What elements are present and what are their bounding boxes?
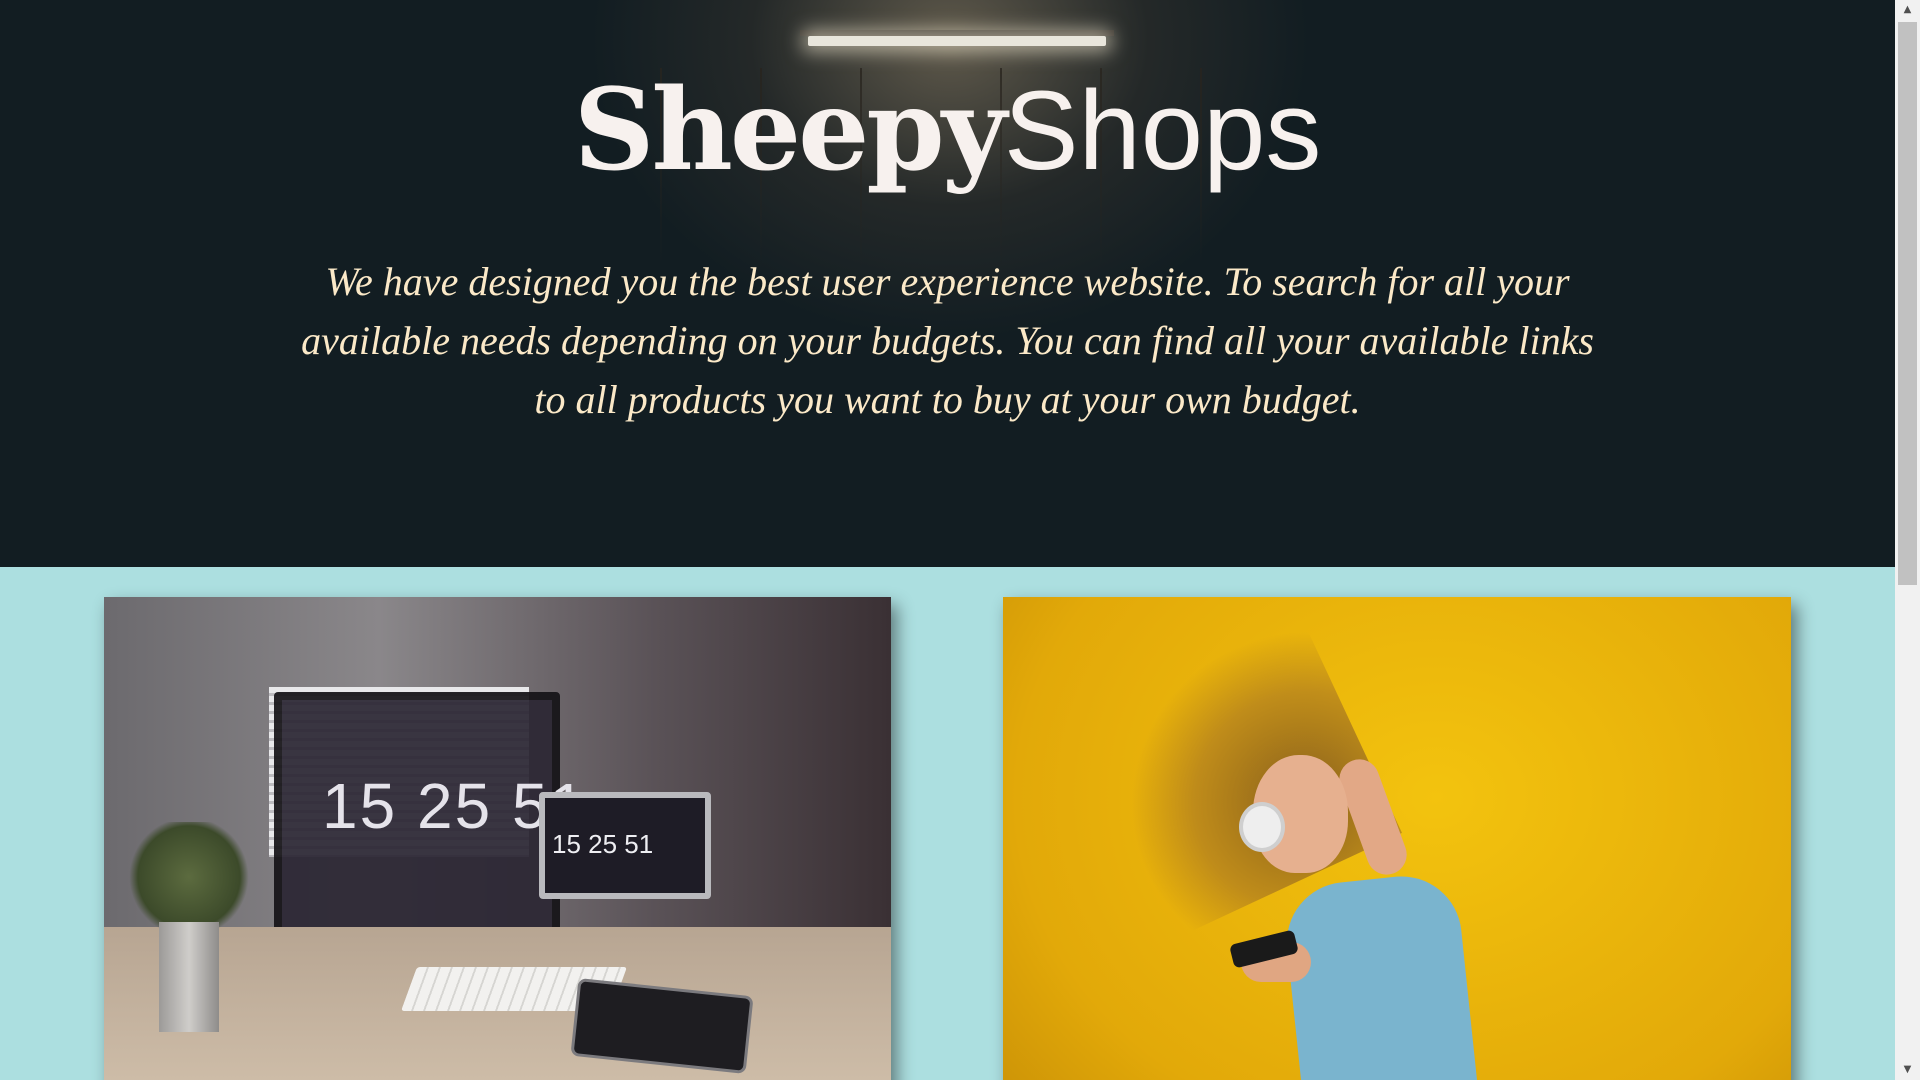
- headphones-icon: [1239, 802, 1285, 852]
- hero-tagline: We have designed you the best user exper…: [301, 259, 1594, 422]
- logo-light-text: Shops: [1003, 68, 1322, 193]
- arrow-up-icon[interactable]: ▲: [1895, 0, 1920, 20]
- hero-banner: SheepyShops We have designed you the bes…: [0, 0, 1895, 567]
- vertical-scrollbar[interactable]: ▲ ▼: [1895, 0, 1920, 1080]
- site-logo[interactable]: SheepyShops: [0, 66, 1895, 197]
- desk-setup-card[interactable]: 15 25 51 15 25 51: [104, 597, 891, 1080]
- potted-plant: [124, 822, 254, 932]
- logo-bold-text: Sheepy: [573, 65, 1007, 196]
- page: SheepyShops We have designed you the bes…: [0, 0, 1895, 1080]
- ceiling-lamp: [808, 36, 1106, 46]
- arrow-down-icon[interactable]: ▼: [1895, 1060, 1920, 1080]
- blue-shirt: [1280, 870, 1481, 1080]
- plant-pot: [159, 922, 219, 1032]
- music-lifestyle-card[interactable]: [1003, 597, 1791, 1080]
- scrollbar-thumb[interactable]: [1898, 22, 1917, 585]
- laptop-clock-text: 15 25 51: [552, 829, 654, 859]
